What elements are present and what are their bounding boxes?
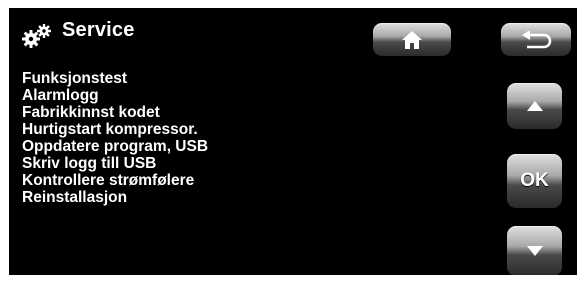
page-title: Service — [62, 19, 135, 41]
screen: Service Funksjonstest Alarmlogg Fabrikki… — [9, 8, 577, 275]
menu-item-reinstallasjon[interactable]: Reinstallasjon — [22, 189, 208, 206]
back-button[interactable] — [501, 23, 571, 56]
ok-button[interactable]: OK — [507, 154, 562, 208]
menu-item-hurtigstart[interactable]: Hurtigstart kompressor. — [22, 121, 208, 138]
gears-icon — [21, 23, 53, 49]
home-button[interactable] — [373, 23, 451, 56]
menu-item-oppdatere-program[interactable]: Oppdatere program, USB — [22, 138, 208, 155]
menu-item-funksjonstest[interactable]: Funksjonstest — [22, 70, 208, 87]
menu-item-kontrollere-stromfolere[interactable]: Kontrollere strømfølere — [22, 172, 208, 189]
arrow-down-icon — [526, 246, 543, 256]
back-arrow-icon — [522, 30, 552, 48]
arrow-up-icon — [526, 101, 543, 111]
scroll-up-button[interactable] — [507, 83, 562, 129]
ok-label: OK — [520, 170, 549, 191]
menu-item-skriv-logg[interactable]: Skriv logg till USB — [22, 155, 208, 172]
menu-item-fabrikkinnst[interactable]: Fabrikkinnst kodet — [22, 104, 208, 121]
home-icon — [402, 30, 422, 49]
service-menu: Funksjonstest Alarmlogg Fabrikkinnst kod… — [22, 70, 208, 206]
scroll-down-button[interactable] — [507, 226, 562, 275]
menu-item-alarmlogg[interactable]: Alarmlogg — [22, 87, 208, 104]
